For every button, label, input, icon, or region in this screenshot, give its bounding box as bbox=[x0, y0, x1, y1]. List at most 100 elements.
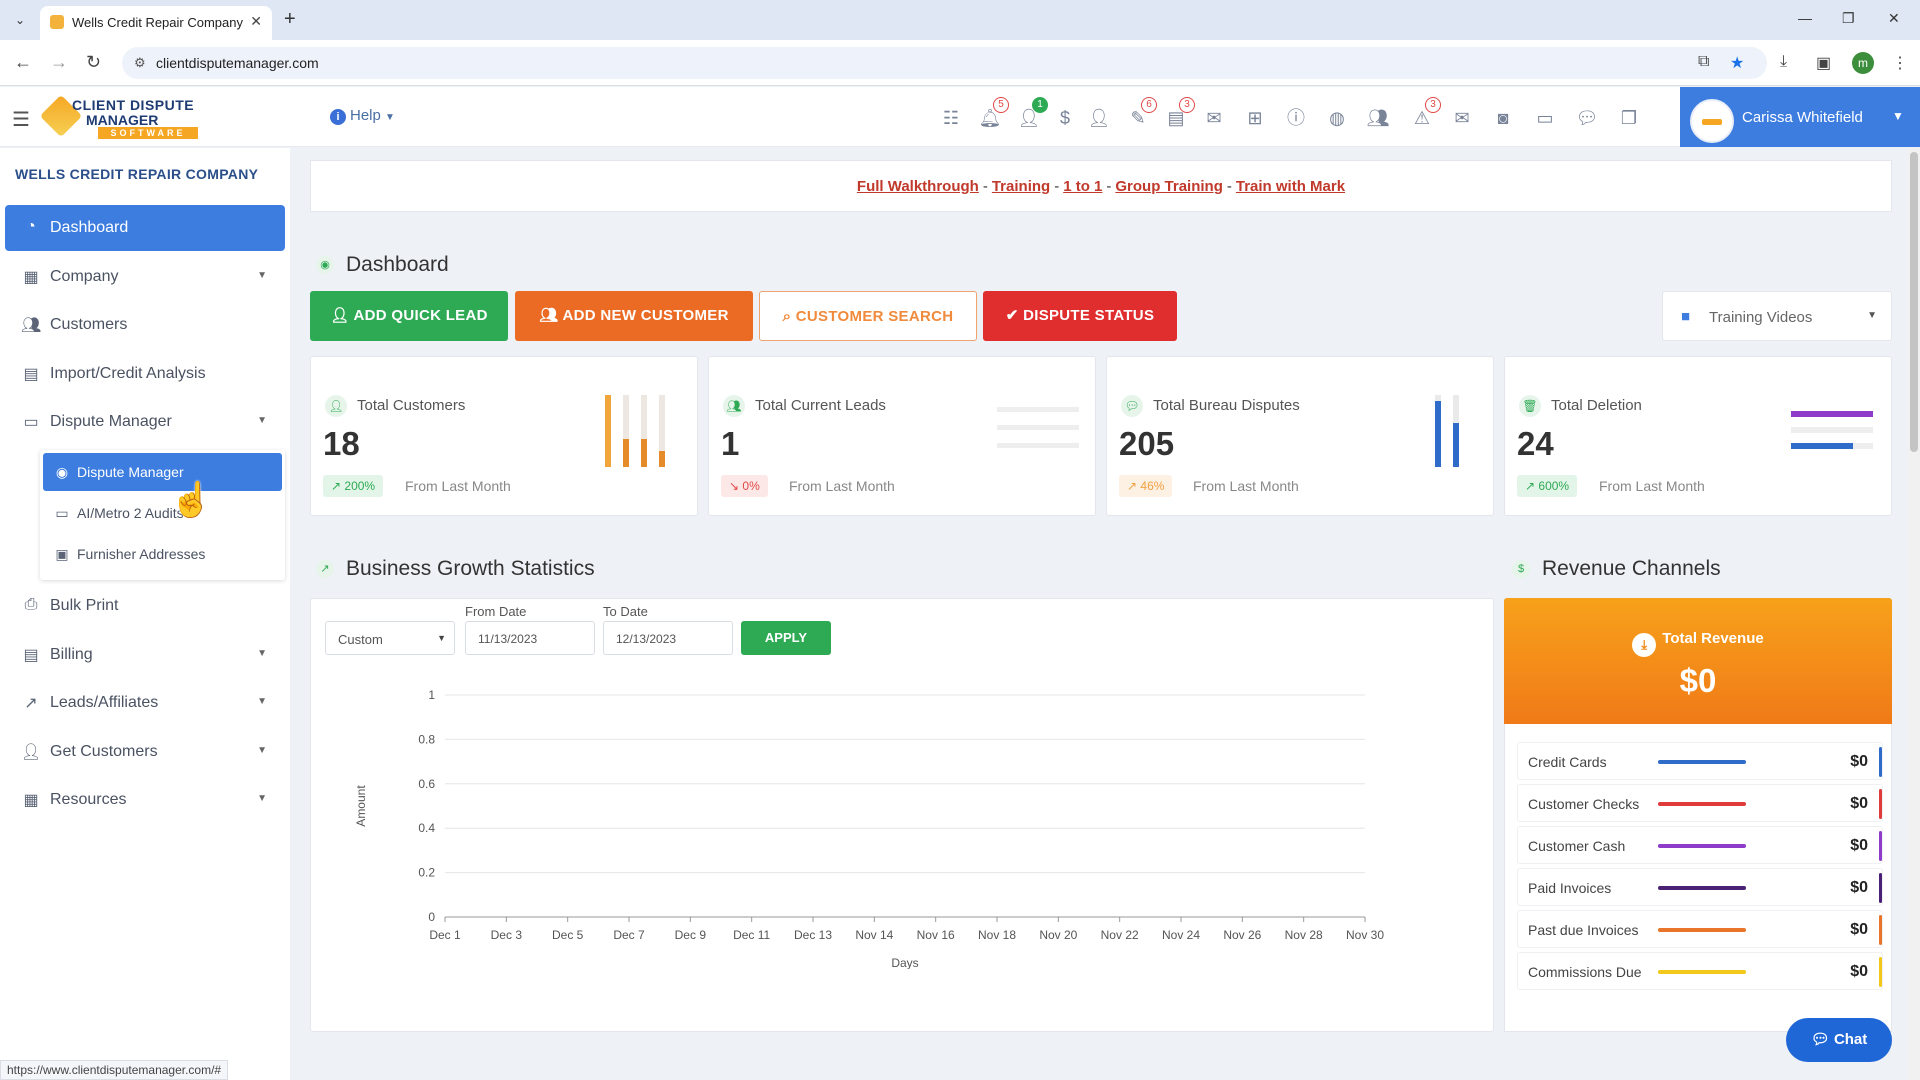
sidebar-item-company[interactable]: ▦ Company ▼ bbox=[5, 254, 285, 300]
revenue-row-label: Credit Cards bbox=[1528, 754, 1607, 770]
tasks-icon[interactable]: ☷ bbox=[938, 105, 964, 131]
chat-bubbles-icon[interactable]: 💬︎ bbox=[1574, 105, 1600, 131]
date-range-value: Custom bbox=[338, 632, 383, 647]
minimize-icon[interactable]: — bbox=[1798, 10, 1812, 26]
sidebar-item-label: Billing bbox=[50, 646, 93, 663]
sidebar-item-leads-affiliates[interactable]: ↗ Leads/Affiliates ▼ bbox=[5, 680, 285, 726]
sidebar-item-bulk-print[interactable]: ⎙ Bulk Print bbox=[5, 583, 285, 629]
chevron-down-icon: ▼ bbox=[257, 270, 267, 281]
submenu-item-dispute-manager[interactable]: ◉ Dispute Manager bbox=[43, 453, 282, 491]
tools-icon[interactable]: ✎ 6 bbox=[1125, 97, 1157, 131]
mini-bars-graphic bbox=[1435, 395, 1459, 467]
info-circle-icon[interactable]: ⓘ bbox=[1283, 105, 1309, 131]
apply-button[interactable]: APPLY bbox=[741, 621, 831, 655]
url-field[interactable]: ⚙ clientdisputemanager.com bbox=[122, 47, 1767, 79]
sidebar-item-dashboard[interactable]: ◔ Dashboard bbox=[5, 205, 285, 251]
to-date-input[interactable]: 12/13/2023 bbox=[603, 621, 733, 655]
side-panel-icon[interactable]: ▣ bbox=[1816, 53, 1831, 73]
close-window-icon[interactable]: ✕ bbox=[1888, 10, 1900, 27]
users-icon: 👥︎ bbox=[723, 395, 745, 417]
sidebar-item-customers[interactable]: 👥︎ Customers bbox=[5, 302, 285, 348]
copy-icon[interactable]: ❐ bbox=[1616, 105, 1642, 131]
revenue-row: Customer Cash $0 bbox=[1517, 826, 1883, 864]
stat-card-total-bureau-disputes: 💬︎ Total Bureau Disputes 205 ↗ 46% From … bbox=[1106, 356, 1494, 516]
chart-x-tick-label: Nov 28 bbox=[1285, 928, 1323, 942]
dispute-status-button[interactable]: ✔ DISPUTE STATUS bbox=[983, 291, 1177, 341]
chart-x-tick-label: Dec 11 bbox=[733, 928, 770, 942]
bell-icon[interactable]: 🔔︎ 5 bbox=[977, 97, 1009, 131]
add-new-customer-button[interactable]: 👥︎ ADD NEW CUSTOMER bbox=[515, 291, 753, 341]
site-info-icon[interactable]: ⚙ bbox=[134, 55, 146, 71]
globe-icon[interactable]: ◍ bbox=[1324, 105, 1350, 131]
new-tab-icon[interactable]: + bbox=[284, 8, 296, 31]
link-full-walkthrough[interactable]: Full Walkthrough bbox=[857, 178, 979, 195]
section-title-text: Revenue Channels bbox=[1542, 557, 1721, 580]
hamburger-menu-icon[interactable]: ☰ bbox=[12, 107, 30, 132]
sidebar-item-billing[interactable]: ▤ Billing ▼ bbox=[5, 632, 285, 678]
company-name: WELLS CREDIT REPAIR COMPANY bbox=[15, 166, 259, 182]
link-1-to-1[interactable]: 1 to 1 bbox=[1063, 178, 1102, 195]
customer-search-button[interactable]: ⌕ CUSTOMER SEARCH bbox=[759, 291, 977, 341]
profile-avatar[interactable]: m bbox=[1852, 52, 1874, 74]
scrollbar-thumb[interactable] bbox=[1910, 152, 1918, 452]
chat-button[interactable]: 💬︎ Chat bbox=[1786, 1018, 1892, 1062]
browser-menu-icon[interactable]: ⋮ bbox=[1892, 53, 1908, 73]
sidebar-item-dispute-manager[interactable]: ▭ Dispute Manager ▼ bbox=[5, 399, 285, 445]
button-label: DISPUTE STATUS bbox=[1023, 307, 1155, 324]
stat-change-value: 0% bbox=[742, 479, 760, 493]
mail-icon[interactable]: ✉ bbox=[1201, 105, 1227, 131]
add-quick-lead-button[interactable]: 👤︎ ADD QUICK LEAD bbox=[310, 291, 508, 341]
forward-icon[interactable]: → bbox=[50, 52, 68, 73]
page-scrollbar[interactable] bbox=[1908, 148, 1920, 1080]
bookmark-star-icon[interactable]: ★ bbox=[1730, 53, 1744, 73]
logo-text-line2: MANAGER bbox=[86, 112, 159, 128]
restore-icon[interactable]: ❐ bbox=[1842, 10, 1855, 27]
alert-icon[interactable]: ⚠ 3 bbox=[1409, 97, 1441, 131]
browser-tab[interactable]: Wells Credit Repair Company ✕ bbox=[40, 6, 272, 40]
submenu-item-ai-metro2-audits[interactable]: ▭ AI/Metro 2 Audits bbox=[43, 494, 282, 532]
monitor-icon: ▭ bbox=[55, 505, 69, 521]
chart-gridlines bbox=[445, 694, 1365, 874]
open-mail-icon[interactable]: ✉ bbox=[1449, 105, 1475, 131]
from-date-input[interactable]: 11/13/2023 bbox=[465, 621, 595, 655]
dollar-icon[interactable]: $ bbox=[1052, 105, 1078, 131]
revenue-row: Paid Invoices $0 bbox=[1517, 868, 1883, 906]
user-menu[interactable]: Carissa Whitefield ▼ bbox=[1680, 87, 1920, 147]
open-external-icon[interactable]: ⧉ bbox=[1698, 53, 1709, 71]
download-icon[interactable]: ⤓ bbox=[1780, 53, 1787, 71]
to-date-label: To Date bbox=[603, 604, 648, 619]
app-logo[interactable]: CLIENT DISPUTE MANAGER SOFTWARE bbox=[39, 94, 206, 139]
users-online-icon[interactable]: 👤︎ 1 bbox=[1016, 97, 1048, 131]
help-menu[interactable]: i Help ▼ bbox=[330, 107, 395, 125]
sidebar-item-import-credit-analysis[interactable]: ▤ Import/Credit Analysis bbox=[5, 351, 285, 397]
org-chart-icon[interactable]: ⊞ bbox=[1242, 105, 1268, 131]
group-icon[interactable]: 👥︎ bbox=[1365, 105, 1391, 131]
link-group-training[interactable]: Group Training bbox=[1115, 178, 1223, 195]
back-icon[interactable]: ← bbox=[14, 52, 32, 73]
user-icon[interactable]: 👤︎ bbox=[1086, 105, 1112, 131]
inbox-icon[interactable]: ▭ bbox=[1532, 105, 1558, 131]
submenu-item-furnisher-addresses[interactable]: ▣ Furnisher Addresses bbox=[43, 535, 282, 573]
stat-card-total-customers: 👤︎ Total Customers 18 ↗ 200% From Last M… bbox=[310, 356, 698, 516]
tab-list-icon[interactable]: ⌄ bbox=[10, 10, 30, 30]
document-icon[interactable]: ▤ 3 bbox=[1163, 97, 1195, 131]
link-train-with-mark[interactable]: Train with Mark bbox=[1236, 178, 1345, 195]
close-tab-icon[interactable]: ✕ bbox=[250, 13, 262, 30]
chat-label: Chat bbox=[1833, 1031, 1868, 1048]
reload-icon[interactable]: ↻ bbox=[86, 52, 101, 73]
from-date-label: From Date bbox=[465, 604, 527, 619]
camera-icon[interactable]: ◙ bbox=[1490, 105, 1516, 131]
link-training[interactable]: Training bbox=[992, 178, 1050, 195]
total-revenue-label: Total Revenue bbox=[1662, 630, 1764, 647]
training-videos-select[interactable]: ■ Training Videos ▼ bbox=[1662, 291, 1892, 341]
trend-up-icon: ↗ bbox=[1525, 479, 1539, 493]
stat-value: 1 bbox=[721, 425, 740, 462]
date-range-select[interactable]: Custom ▼ bbox=[325, 621, 455, 655]
sidebar-item-label: Customers bbox=[50, 316, 128, 333]
sidebar-item-get-customers[interactable]: 👤︎ Get Customers ▼ bbox=[5, 729, 285, 775]
printer-icon: ⎙ bbox=[24, 596, 38, 613]
search-icon: ⌕ bbox=[782, 308, 796, 325]
sidebar-item-resources[interactable]: ▦ Resources ▼ bbox=[5, 777, 285, 823]
stat-label: Total Customers bbox=[357, 397, 466, 414]
stat-value: 18 bbox=[323, 425, 360, 462]
